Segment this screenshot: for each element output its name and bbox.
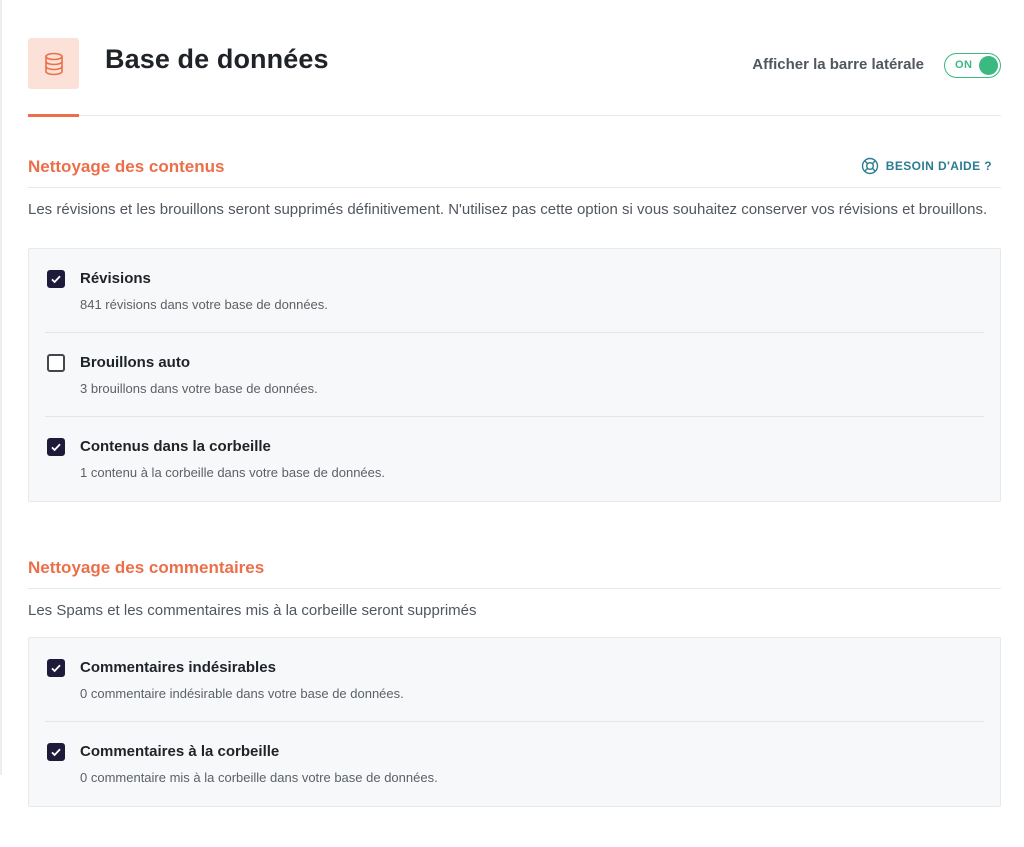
option-spam-comments: Commentaires indésirables 0 commentaire … — [45, 638, 984, 722]
database-settings-page: Base de données Afficher la barre latéra… — [28, 0, 1001, 807]
option-label: Contenus dans la corbeille — [80, 438, 271, 455]
toggle-state-label: ON — [955, 59, 973, 71]
sidebar-toggle-label: Afficher la barre latérale — [752, 56, 924, 73]
toggle-knob — [979, 56, 998, 75]
trashed-content-checkbox[interactable] — [47, 438, 65, 456]
page-header: Base de données Afficher la barre latéra… — [28, 0, 1001, 117]
option-auto-drafts: Brouillons auto 3 brouillons dans votre … — [45, 333, 984, 417]
option-label: Brouillons auto — [80, 354, 190, 371]
lifebuoy-icon — [861, 157, 879, 175]
auto-drafts-checkbox[interactable] — [47, 354, 65, 372]
option-trashed-comments: Commentaires à la corbeille 0 commentair… — [45, 722, 984, 806]
page-title: Base de données — [105, 44, 329, 74]
trashed-comments-checkbox[interactable] — [47, 743, 65, 761]
option-revisions: Révisions 841 révisions dans votre base … — [45, 249, 984, 333]
comment-cleanup-header: Nettoyage des commentaires — [28, 551, 1001, 589]
content-options: Révisions 841 révisions dans votre base … — [28, 248, 1001, 502]
option-detail: 0 commentaire mis à la corbeille dans vo… — [80, 770, 438, 785]
revisions-checkbox[interactable] — [47, 270, 65, 288]
section-title: Nettoyage des contenus — [28, 157, 225, 176]
spam-comments-checkbox[interactable] — [47, 659, 65, 677]
option-label: Commentaires indésirables — [80, 659, 276, 676]
option-detail: 1 contenu à la corbeille dans votre base… — [80, 465, 385, 480]
option-label: Commentaires à la corbeille — [80, 743, 280, 760]
option-label: Révisions — [80, 270, 151, 287]
option-detail: 0 commentaire indésirable dans votre bas… — [80, 686, 404, 701]
option-detail: 3 brouillons dans votre base de données. — [80, 381, 318, 396]
content-cleanup-header: Nettoyage des contenus BESOIN D'AIDE ? — [28, 150, 1001, 188]
option-detail: 841 révisions dans votre base de données… — [80, 297, 328, 312]
help-link-label: BESOIN D'AIDE ? — [885, 159, 992, 173]
left-border — [0, 0, 2, 775]
section-description: Les Spams et les commentaires mis à la c… — [28, 602, 477, 619]
database-icon — [28, 38, 79, 89]
help-link[interactable]: BESOIN D'AIDE ? — [861, 157, 992, 175]
sidebar-toggle[interactable]: ON — [944, 53, 1001, 78]
option-trashed-content: Contenus dans la corbeille 1 contenu à l… — [45, 417, 984, 501]
comment-options: Commentaires indésirables 0 commentaire … — [28, 637, 1001, 807]
section-title: Nettoyage des commentaires — [28, 558, 265, 577]
active-tab-indicator — [28, 114, 79, 117]
section-description: Les révisions et les brouillons seront s… — [28, 201, 988, 218]
